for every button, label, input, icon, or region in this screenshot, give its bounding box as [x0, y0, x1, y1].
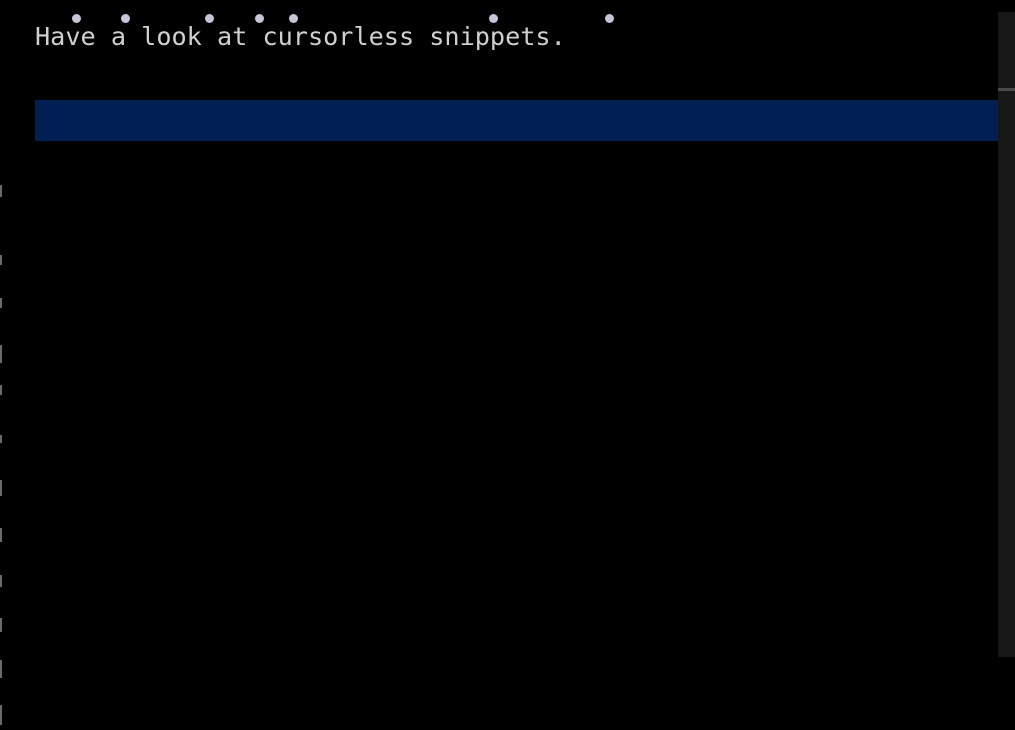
edge-tick: [0, 385, 2, 395]
edge-tick: [0, 575, 2, 587]
edge-tick: [0, 185, 2, 197]
edge-tick: [0, 660, 2, 678]
edge-tick: [0, 705, 2, 725]
edge-tick: [0, 435, 2, 443]
code-editor[interactable]: Have a look at cursorless snippets.: [0, 0, 1015, 730]
edge-tick: [0, 480, 2, 496]
selected-line-highlight[interactable]: [35, 100, 1015, 141]
edge-tick: [0, 528, 2, 542]
edge-tick: [0, 345, 2, 363]
scrollbar-cursor-marker: [998, 88, 1015, 91]
edge-tick: [0, 255, 2, 265]
left-panel-edge: [0, 0, 3, 730]
edge-tick: [0, 298, 2, 308]
vertical-scrollbar[interactable]: [998, 12, 1015, 657]
cursorless-hat-icon: [605, 14, 614, 23]
code-line-text[interactable]: Have a look at cursorless snippets.: [35, 22, 566, 52]
edge-tick: [0, 618, 2, 632]
